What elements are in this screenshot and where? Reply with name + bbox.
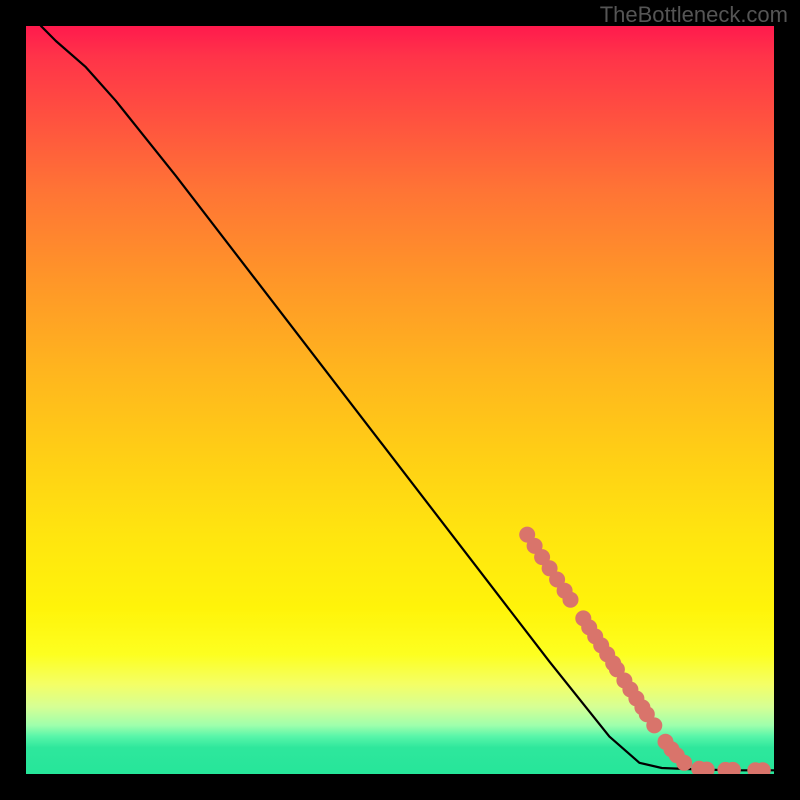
chart-overlay-svg [26,26,774,774]
chart-marker [563,592,579,608]
chart-curve-line [41,26,774,770]
chart-markers-group [519,527,771,774]
chart-marker [676,755,692,771]
chart-plot-area [26,26,774,774]
watermark-text: TheBottleneck.com [600,2,788,28]
chart-marker [646,717,662,733]
